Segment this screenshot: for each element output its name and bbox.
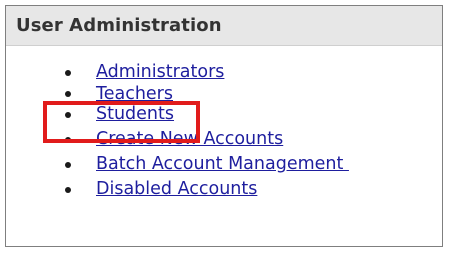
list-item-disabled-accounts: Disabled Accounts [6,177,442,202]
bullet-icon [65,111,71,118]
students-link[interactable]: Students [96,102,174,127]
create-new-accounts-link[interactable]: Create New Accounts [96,127,283,152]
panel-title: User Administration [16,15,222,36]
bullet-icon [65,90,71,97]
list-item-students: Students [6,102,442,127]
bullet-icon [65,69,71,76]
list-item-create-new-accounts: Create New Accounts [6,127,442,152]
bullet-icon [65,161,71,168]
list-item-administrators: Administrators [6,60,442,85]
list-item-teachers: Teachers [6,84,442,104]
batch-account-management-link[interactable]: Batch Account Management [96,152,349,177]
disabled-accounts-link[interactable]: Disabled Accounts [96,177,257,202]
bullet-icon [65,186,71,193]
panel-header: User Administration [6,6,442,46]
user-administration-panel: User Administration Administrators Teach… [5,5,443,247]
list-item-batch-account-management: Batch Account Management [6,152,442,177]
admin-link-list: Administrators Teachers Students Create … [6,60,442,202]
bullet-icon [65,136,71,143]
